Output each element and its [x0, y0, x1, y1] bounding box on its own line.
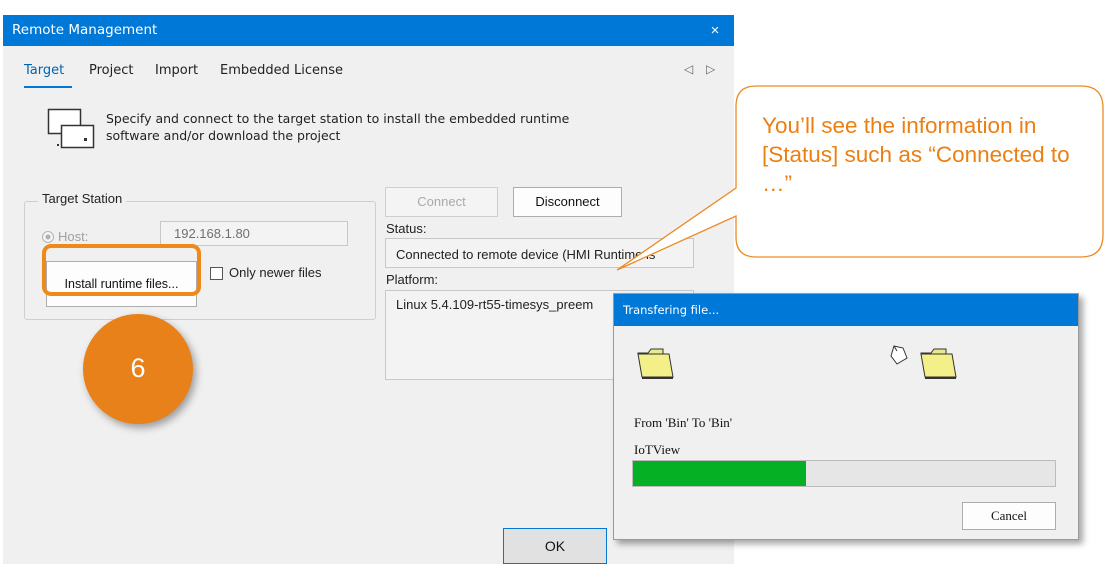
destination-folder-icon [920, 348, 957, 379]
progress-bar [632, 460, 1056, 487]
transfer-dialog: Transfering file... From 'Bin' To 'Bin' … [613, 293, 1079, 540]
transfer-title-bar[interactable]: Transfering file... [614, 294, 1078, 326]
from-to-text: From 'Bin' To 'Bin' [634, 415, 733, 430]
callout-text: You’ll see the information in [Status] s… [762, 113, 1070, 196]
source-folder-icon [637, 348, 674, 379]
cancel-button[interactable]: Cancel [962, 502, 1056, 530]
file-name-text: IoTView [634, 442, 681, 457]
flying-file-icon [890, 345, 908, 365]
progress-fill [633, 461, 806, 486]
transfer-title: Transfering file... [623, 303, 720, 317]
